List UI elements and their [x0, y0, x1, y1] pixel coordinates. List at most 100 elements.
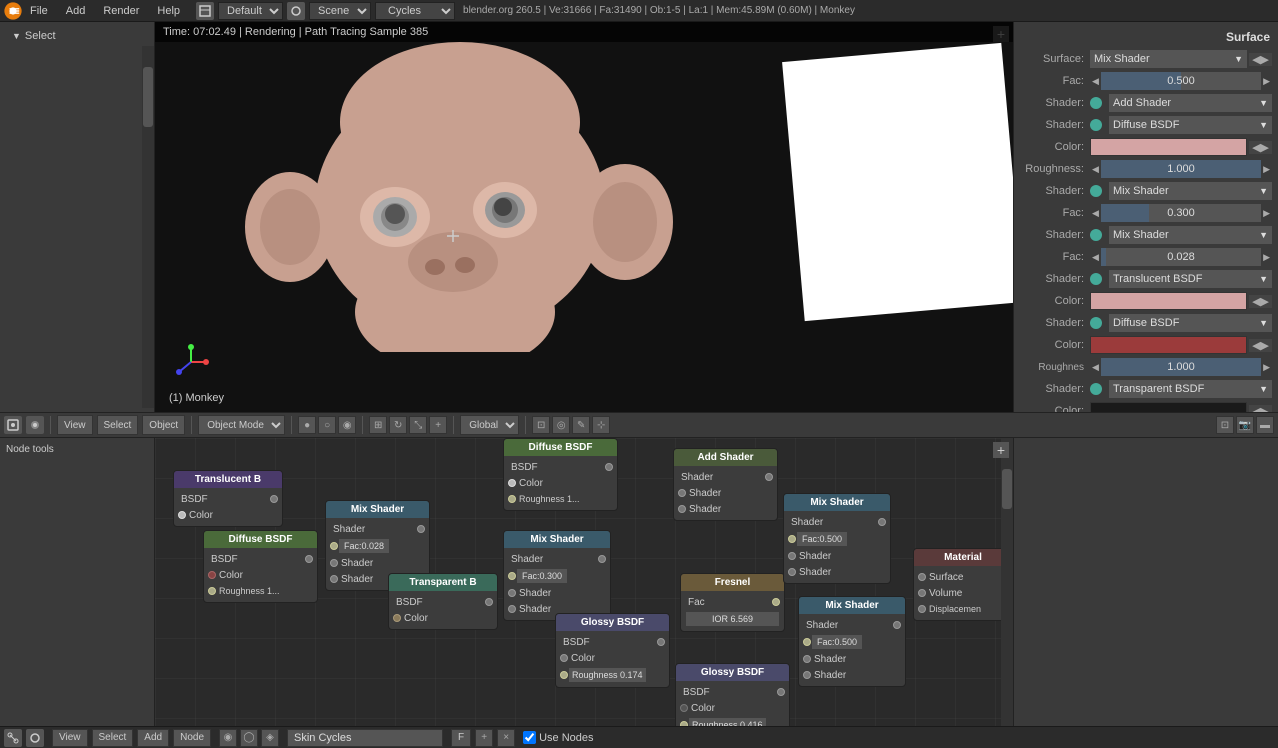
rough-socket[interactable]: [560, 671, 568, 679]
node-diffuse-bsdf2[interactable]: Diffuse BSDF BSDF Color Roughness 1...: [503, 438, 618, 511]
prop-color4-extra[interactable]: ◀▶: [1249, 405, 1272, 413]
node-fresnel[interactable]: Fresnel Fac IOR 6.569: [680, 573, 785, 632]
node-editor-vscroll[interactable]: [1001, 438, 1013, 726]
prop-rough1-left[interactable]: ◀: [1092, 164, 1099, 175]
bsdf-out[interactable]: [657, 638, 665, 646]
transform-icon[interactable]: ⊞: [369, 416, 387, 434]
shader-in1[interactable]: [508, 589, 516, 597]
prop-fac3-right[interactable]: ▶: [1263, 252, 1270, 263]
prop-color2-extra[interactable]: ◀▶: [1249, 295, 1272, 308]
fac-socket[interactable]: [330, 542, 338, 550]
shader-out[interactable]: [765, 473, 773, 481]
prop-diffuse-shader1[interactable]: Diffuse BSDF ▼: [1109, 116, 1272, 134]
proportional-icon[interactable]: ◎: [552, 416, 570, 434]
prop-fac1-right[interactable]: ▶: [1263, 76, 1270, 87]
sculpt-icon[interactable]: ⊹: [592, 416, 610, 434]
color-socket[interactable]: [208, 571, 216, 579]
shading-icon[interactable]: ●: [298, 416, 316, 434]
f-button[interactable]: F: [451, 729, 471, 747]
node-name-input[interactable]: Skin Cycles: [287, 729, 443, 747]
shader-in1[interactable]: [803, 655, 811, 663]
node-mix-shader2[interactable]: Mix Shader Shader Fac:0.300 Shader: [503, 530, 611, 621]
prop-rough2-left[interactable]: ◀: [1092, 362, 1099, 373]
ne-material-icon[interactable]: ◉: [219, 729, 237, 747]
node-add-shader[interactable]: Add Shader Shader Shader Shader: [673, 448, 778, 521]
mode-select[interactable]: Object Mode: [198, 415, 285, 435]
bsdf-out[interactable]: [777, 688, 785, 696]
select-header[interactable]: ▼ Select: [0, 26, 154, 46]
node-editor[interactable]: +: [155, 438, 1013, 726]
shading2-icon[interactable]: ○: [318, 416, 336, 434]
fac-out[interactable]: [772, 598, 780, 606]
rotate-icon[interactable]: ↻: [389, 416, 407, 434]
ne-world-icon[interactable]: ◯: [240, 729, 258, 747]
prop-translucent-shader[interactable]: Translucent BSDF ▼: [1109, 270, 1272, 288]
timeline-icon[interactable]: ▬: [1256, 416, 1274, 434]
scene-select[interactable]: Scene: [309, 2, 371, 20]
prop-color3-swatch[interactable]: [1090, 336, 1247, 354]
node-editor-plus[interactable]: +: [993, 442, 1009, 458]
scale-icon[interactable]: ⤡: [409, 416, 427, 434]
shader-out[interactable]: [893, 621, 901, 629]
shader-out[interactable]: [598, 555, 606, 563]
node-add-button[interactable]: Add: [137, 729, 169, 747]
prop-fac2-slider[interactable]: 0.300: [1101, 204, 1261, 222]
prop-surface-extra[interactable]: ◀▶: [1249, 53, 1272, 66]
view-menu-button[interactable]: View: [57, 415, 93, 435]
prop-rough2-right[interactable]: ▶: [1263, 362, 1270, 373]
ne-lamp-icon[interactable]: ◈: [261, 729, 279, 747]
close-icon[interactable]: ×: [497, 729, 515, 747]
node-translucent-b[interactable]: Translucent B BSDF Color: [173, 470, 283, 527]
bsdf-out[interactable]: [605, 463, 613, 471]
snap-icon[interactable]: ⊡: [532, 416, 550, 434]
volume-socket[interactable]: [918, 589, 926, 597]
prop-rough1-right[interactable]: ▶: [1263, 164, 1270, 175]
shader-in2[interactable]: [508, 605, 516, 613]
node-mix-shader3[interactable]: Mix Shader Shader Fac:0.500 Shader: [783, 493, 891, 584]
prop-fac3-slider[interactable]: 0.028: [1101, 248, 1261, 266]
paint-icon[interactable]: ✎: [572, 416, 590, 434]
shader-in2[interactable]: [803, 671, 811, 679]
prop-fac1-slider[interactable]: 0.500: [1101, 72, 1261, 90]
left-scrollbar[interactable]: [142, 46, 154, 408]
color-in-socket[interactable]: [178, 511, 186, 519]
node-material-output[interactable]: Material Surface Volume Displacemen: [913, 548, 1013, 621]
node-transparent-b[interactable]: Transparent B BSDF Color: [388, 573, 498, 630]
node-glossy-bsdf1[interactable]: Glossy BSDF BSDF Color Roughness 0.174: [555, 613, 670, 688]
select-menu-button[interactable]: Select: [97, 415, 139, 435]
bsdf-out[interactable]: [485, 598, 493, 606]
shader-in2[interactable]: [678, 505, 686, 513]
render-icon[interactable]: 📷: [1236, 416, 1254, 434]
use-nodes-label[interactable]: Use Nodes: [523, 731, 593, 744]
use-nodes-checkbox[interactable]: [523, 731, 536, 744]
prop-diffuse-shader2[interactable]: Diffuse BSDF ▼: [1109, 314, 1272, 332]
shading3-icon[interactable]: ◉: [338, 416, 356, 434]
scrollbar-thumb[interactable]: [143, 67, 153, 127]
color-socket[interactable]: [680, 704, 688, 712]
object-menu-button[interactable]: Object: [142, 415, 185, 435]
prop-roughness1-slider[interactable]: 1.000: [1101, 160, 1261, 178]
fac-socket[interactable]: [803, 638, 811, 646]
fac-socket[interactable]: [508, 572, 516, 580]
transform2-icon[interactable]: +: [429, 416, 447, 434]
shader-in1[interactable]: [330, 559, 338, 567]
node-select-button[interactable]: Select: [92, 729, 134, 747]
color-socket[interactable]: [508, 479, 516, 487]
node-node-button[interactable]: Node: [173, 729, 211, 747]
shader-in2[interactable]: [788, 568, 796, 576]
surface-socket[interactable]: [918, 573, 926, 581]
shader-in1[interactable]: [678, 489, 686, 497]
prop-transparent-shader[interactable]: Transparent BSDF ▼: [1109, 380, 1272, 398]
rough-socket[interactable]: [508, 495, 516, 503]
layout-select[interactable]: Default: [218, 2, 283, 20]
color-in[interactable]: [393, 614, 401, 622]
shader-out[interactable]: [878, 518, 886, 526]
render-engine-select[interactable]: Cycles: [375, 2, 455, 20]
prop-mix1-shader[interactable]: Mix Shader ▼: [1109, 182, 1272, 200]
shader-in1[interactable]: [788, 552, 796, 560]
node-vscroll-thumb[interactable]: [1002, 469, 1012, 509]
menu-help[interactable]: Help: [149, 3, 188, 19]
coord-select[interactable]: Global: [460, 415, 519, 435]
bsdf-out-socket[interactable]: [305, 555, 313, 563]
prop-color1-swatch[interactable]: [1090, 138, 1247, 156]
